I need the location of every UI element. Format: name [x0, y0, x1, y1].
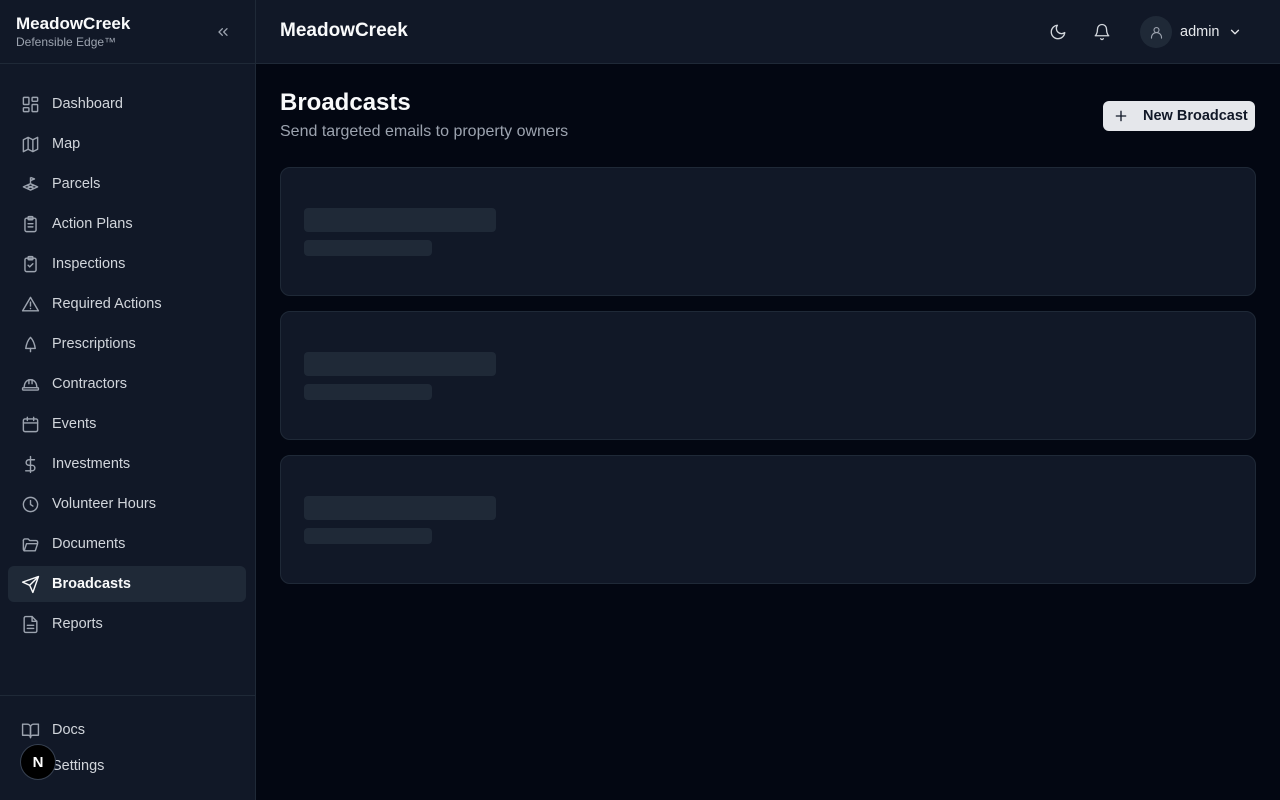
skeleton-title [304, 208, 496, 232]
sidebar-item-label: Contractors [52, 376, 127, 392]
sidebar-item-required-actions[interactable]: Required Actions [8, 286, 246, 322]
avatar [1140, 16, 1172, 48]
brand: MeadowCreek Defensible Edge™ [0, 0, 255, 64]
calendar-icon [20, 414, 40, 434]
clipboard-icon [20, 214, 40, 234]
user-name: admin [1180, 24, 1220, 40]
map-icon [20, 134, 40, 154]
sidebar-item-broadcasts[interactable]: Broadcasts [8, 566, 246, 602]
brand-name: MeadowCreek [16, 14, 131, 33]
new-broadcast-button[interactable]: New Broadcast [1103, 101, 1255, 131]
brand-subtitle: Defensible Edge™ [16, 35, 117, 49]
sidebar-item-label: Events [52, 416, 97, 432]
sidebar-item-label: Docs [52, 722, 86, 738]
top-header: MeadowCreek admin [256, 0, 1280, 64]
sidebar-item-inspections[interactable]: Inspections [8, 246, 246, 282]
sidebar: MeadowCreek Defensible Edge™ Dashboard M… [0, 0, 256, 800]
chevron-down-icon [1228, 25, 1242, 39]
sidebar-item-label: Action Plans [52, 216, 133, 232]
book-icon [20, 720, 40, 740]
hard-hat-icon [20, 374, 40, 394]
user-icon [1150, 26, 1162, 39]
warning-icon [20, 294, 40, 314]
page-subtitle: Send targeted emails to property owners [280, 123, 569, 140]
sidebar-item-label: Parcels [52, 176, 101, 192]
sidebar-item-label: Map [52, 136, 81, 152]
sidebar-item-documents[interactable]: Documents [8, 526, 246, 562]
clock-icon [20, 494, 40, 514]
theme-toggle-button[interactable] [1046, 20, 1070, 44]
user-menu[interactable]: admin [1140, 16, 1242, 48]
clipboard-check-icon [20, 254, 40, 274]
sidebar-item-dashboard[interactable]: Dashboard [8, 86, 246, 122]
sidebar-item-parcels[interactable]: Parcels [8, 166, 246, 202]
sidebar-item-docs[interactable]: Docs [8, 712, 246, 748]
sidebar-item-prescriptions[interactable]: Prescriptions [8, 326, 246, 362]
sidebar-item-label: Prescriptions [52, 336, 136, 352]
chevrons-left-icon [218, 27, 228, 36]
notifications-button[interactable] [1090, 20, 1114, 44]
sidebar-item-map[interactable]: Map [8, 126, 246, 162]
sidebar-item-action-plans[interactable]: Action Plans [8, 206, 246, 242]
sidebar-item-label: Volunteer Hours [52, 496, 156, 512]
send-icon [20, 574, 40, 594]
sidebar-item-label: Documents [52, 536, 126, 552]
skeleton-subtitle [304, 384, 432, 400]
dollar-icon [20, 454, 40, 474]
page-title: Broadcasts [280, 89, 411, 116]
skeleton-card [280, 311, 1256, 440]
plus-icon [1113, 108, 1129, 124]
sidebar-item-label: Dashboard [52, 96, 123, 112]
header-title: MeadowCreek [280, 20, 408, 41]
sidebar-item-events[interactable]: Events [8, 406, 246, 442]
sidebar-item-contractors[interactable]: Contractors [8, 366, 246, 402]
dashboard-icon [20, 94, 40, 114]
sidebar-item-reports[interactable]: Reports [8, 606, 246, 642]
sidebar-nav: Dashboard Map Parcels Action Plans Inspe… [8, 86, 246, 646]
skeleton-subtitle [304, 240, 432, 256]
skeleton-subtitle [304, 528, 432, 544]
sidebar-item-volunteer-hours[interactable]: Volunteer Hours [8, 486, 246, 522]
sidebar-item-label: Required Actions [52, 296, 162, 312]
dev-tools-badge[interactable]: N [20, 744, 56, 780]
sidebar-item-label: Settings [52, 758, 105, 774]
bell-icon [1094, 23, 1110, 41]
new-broadcast-label: New Broadcast [1143, 108, 1248, 124]
skeleton-title [304, 496, 496, 520]
sidebar-item-label: Broadcasts [52, 576, 131, 592]
file-text-icon [20, 614, 40, 634]
sidebar-item-label: Investments [52, 456, 131, 472]
skeleton-card [280, 167, 1256, 296]
parcels-icon [20, 174, 40, 194]
folder-icon [20, 534, 40, 554]
skeleton-title [304, 352, 496, 376]
sidebar-item-label: Reports [52, 616, 103, 632]
sidebar-item-label: Inspections [52, 256, 126, 272]
skeleton-card [280, 455, 1256, 584]
collapse-sidebar-button[interactable] [213, 22, 233, 42]
moon-icon [1050, 24, 1066, 40]
sidebar-item-investments[interactable]: Investments [8, 446, 246, 482]
tree-icon [20, 334, 40, 354]
